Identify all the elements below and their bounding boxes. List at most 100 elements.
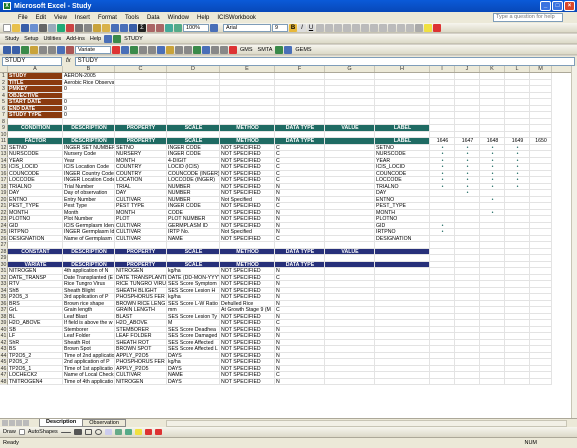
- textbox-icon[interactable]: [104, 429, 112, 435]
- copy-icon[interactable]: [84, 23, 92, 32]
- icis-icon-2[interactable]: [12, 45, 20, 54]
- icis-icon-20[interactable]: [211, 45, 219, 54]
- table-cell[interactable]: Time of 4th applicatio: [63, 378, 115, 385]
- currency-icon[interactable]: [352, 23, 360, 32]
- menu-edit[interactable]: Edit: [32, 15, 50, 21]
- menu-format[interactable]: Format: [94, 15, 121, 21]
- help-menu[interactable]: Help: [88, 36, 103, 42]
- table-cell[interactable]: [375, 378, 430, 385]
- fill-color-draw-icon[interactable]: [134, 429, 142, 435]
- table-cell[interactable]: N: [275, 378, 325, 385]
- clipart-icon[interactable]: [124, 429, 132, 435]
- undo-icon[interactable]: [111, 23, 119, 32]
- zoom-select[interactable]: 100%: [183, 23, 209, 32]
- sheet-navigation[interactable]: [0, 420, 40, 426]
- column-header[interactable]: A: [8, 66, 63, 72]
- smta-button[interactable]: SMTA: [256, 47, 275, 53]
- font-color-draw-icon[interactable]: [154, 429, 162, 435]
- formula-input[interactable]: STUDY: [74, 56, 575, 66]
- column-header[interactable]: E: [220, 66, 275, 72]
- table-cell[interactable]: [430, 378, 455, 385]
- autoshapes-menu[interactable]: AutoShapes: [28, 429, 58, 435]
- menu-icisworkbook[interactable]: ICISWorkbook: [213, 15, 260, 21]
- sort-descending-icon[interactable]: [156, 23, 164, 32]
- column-header[interactable]: D: [167, 66, 220, 72]
- column-header[interactable]: I: [430, 66, 455, 72]
- menu-window[interactable]: Window: [164, 15, 193, 21]
- menu-view[interactable]: View: [50, 15, 71, 21]
- help-search-input[interactable]: Type a question for help: [493, 13, 563, 22]
- paste-icon[interactable]: [93, 23, 101, 32]
- borders-icon[interactable]: [415, 23, 423, 32]
- menu-data[interactable]: Data: [143, 15, 164, 21]
- column-header[interactable]: B: [63, 66, 115, 72]
- horizontal-scrollbar[interactable]: [165, 419, 567, 427]
- table-cell[interactable]: NITROGEN: [115, 378, 167, 385]
- menu-tools[interactable]: Tools: [121, 15, 143, 21]
- help-icon[interactable]: [210, 23, 218, 32]
- icis-icon-13[interactable]: [148, 45, 156, 54]
- icis-icon-8[interactable]: [66, 45, 74, 54]
- increase-indent-icon[interactable]: [406, 23, 414, 32]
- autosum-icon[interactable]: Σ: [138, 23, 146, 32]
- icis-icon-5[interactable]: [39, 45, 47, 54]
- align-center-icon[interactable]: [325, 23, 333, 32]
- row-number[interactable]: 48: [0, 378, 8, 385]
- column-header[interactable]: H: [375, 66, 430, 72]
- icis-icon-9[interactable]: [112, 45, 120, 54]
- table-cell[interactable]: [325, 378, 375, 385]
- increase-decimal-icon[interactable]: [379, 23, 387, 32]
- sort-ascending-icon[interactable]: [147, 23, 155, 32]
- decrease-indent-icon[interactable]: [397, 23, 405, 32]
- fx-icon[interactable]: fx: [66, 58, 71, 64]
- table-cell[interactable]: [530, 378, 552, 385]
- spelling-icon[interactable]: [57, 23, 65, 32]
- icis-icon-7[interactable]: [57, 45, 65, 54]
- gems-button[interactable]: GEMS: [293, 47, 313, 53]
- icis-icon-24[interactable]: [284, 45, 293, 54]
- spreadsheet-grid[interactable]: ABCDEFGHIJKLM 1 STUDY AERON-2005 2 TITLE Aero…: [0, 66, 577, 418]
- column-header[interactable]: F: [275, 66, 325, 72]
- column-header[interactable]: K: [480, 66, 505, 72]
- line-color-icon[interactable]: [144, 429, 152, 435]
- save-icon[interactable]: [21, 23, 29, 32]
- utilities-menu[interactable]: Utilities: [41, 36, 63, 42]
- tab-observation[interactable]: Observation: [82, 419, 126, 427]
- decrease-decimal-icon[interactable]: [388, 23, 396, 32]
- variate-select[interactable]: Variate: [75, 45, 111, 54]
- icis-icon-1[interactable]: [3, 45, 11, 54]
- menu-insert[interactable]: Insert: [71, 15, 94, 21]
- draw-menu[interactable]: Draw: [3, 429, 16, 435]
- column-header[interactable]: C: [115, 66, 167, 72]
- menu-file[interactable]: File: [14, 15, 32, 21]
- icis-icon-10[interactable]: [121, 45, 129, 54]
- table-cell[interactable]: [455, 378, 480, 385]
- underline-icon[interactable]: U: [307, 23, 315, 32]
- table-cell[interactable]: [480, 378, 505, 385]
- column-header[interactable]: J: [455, 66, 480, 72]
- setup-icon[interactable]: [113, 34, 122, 43]
- redo-icon[interactable]: [120, 23, 128, 32]
- table-cell[interactable]: NOT SPECIFIED: [220, 378, 275, 385]
- oval-icon[interactable]: [94, 429, 102, 435]
- italic-icon[interactable]: I: [298, 23, 306, 32]
- column-header[interactable]: G: [325, 66, 375, 72]
- format-painter-icon[interactable]: [102, 23, 110, 32]
- icis-icon-23[interactable]: [275, 45, 284, 54]
- study-icon[interactable]: [104, 34, 113, 43]
- addins-menu[interactable]: Add-ins: [64, 36, 87, 42]
- table-cell[interactable]: TNITROGEN4: [8, 378, 63, 385]
- fill-color-icon[interactable]: [424, 23, 432, 32]
- icis-icon-21[interactable]: [220, 45, 228, 54]
- minimize-button[interactable]: _: [540, 1, 551, 11]
- select-all-corner[interactable]: [0, 66, 8, 72]
- arrow-icon[interactable]: [73, 429, 82, 435]
- icis-icon-6[interactable]: [48, 45, 56, 54]
- icis-icon-12[interactable]: [139, 45, 147, 54]
- maximize-button[interactable]: □: [552, 1, 563, 11]
- name-box[interactable]: STUDY: [2, 56, 62, 66]
- print-preview-icon[interactable]: [48, 23, 56, 32]
- icis-icon-16[interactable]: [175, 45, 183, 54]
- percent-icon[interactable]: [361, 23, 369, 32]
- align-right-icon[interactable]: [334, 23, 342, 32]
